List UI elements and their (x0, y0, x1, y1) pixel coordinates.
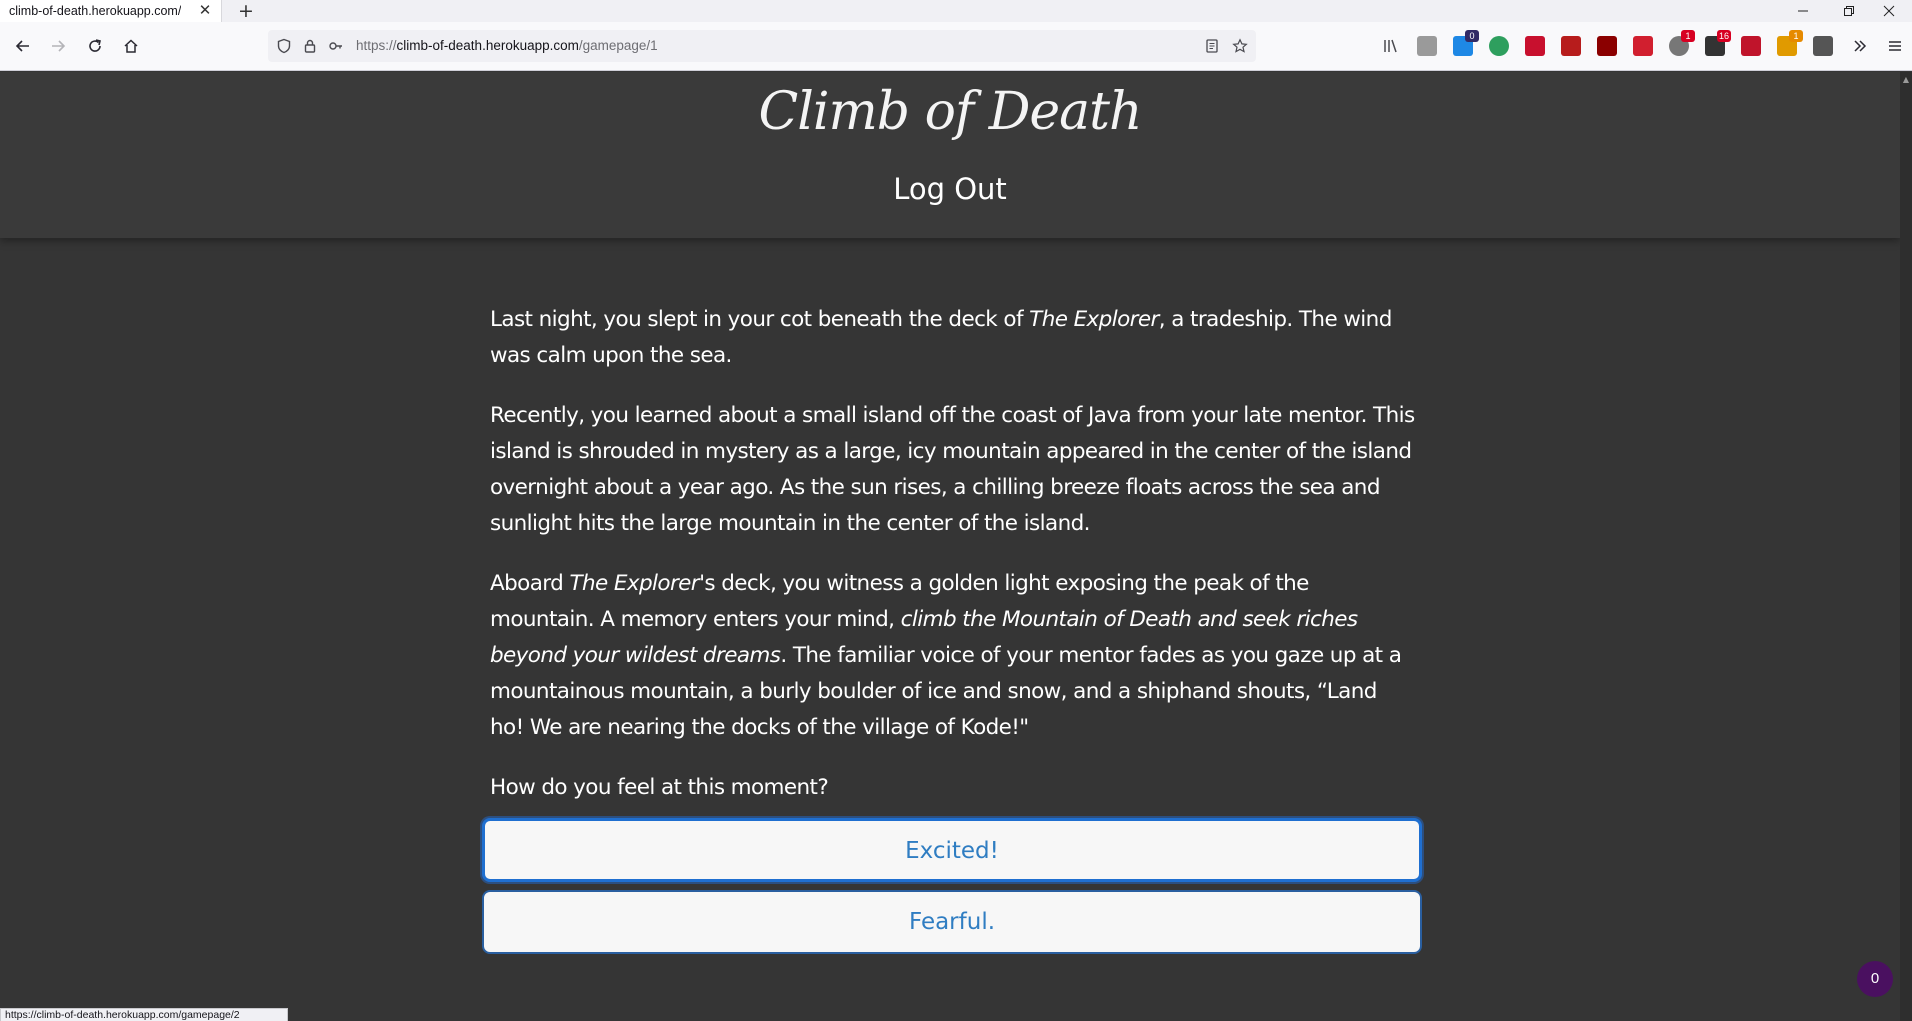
tracking-protection-shield-icon[interactable] (274, 36, 294, 56)
ublock-icon[interactable] (1597, 36, 1617, 56)
bitwarden-icon[interactable] (1813, 36, 1833, 56)
close-window-button[interactable] (1866, 0, 1912, 22)
home-button[interactable] (119, 34, 143, 58)
ship-name: The Explorer (1029, 307, 1159, 332)
extension-blue-icon[interactable]: 0 (1453, 30, 1479, 56)
page-content: Climb of Death Log Out Last night, you s… (0, 72, 1900, 1021)
url-host: climb-of-death.herokuapp.com (396, 38, 579, 53)
story-text: Last night, you slept in your cot beneat… (490, 302, 1415, 830)
overflow-menu-chevron-icon[interactable] (1848, 34, 1872, 58)
tab-close-icon[interactable]: ✕ (197, 2, 213, 18)
extension-s-icon[interactable] (1633, 36, 1653, 56)
extension-dark-icon[interactable]: 16 (1705, 30, 1731, 56)
home-icon (124, 39, 138, 53)
story-question: How do you feel at this moment? (490, 775, 829, 800)
site-header: Climb of Death Log Out (0, 72, 1900, 238)
new-tab-button[interactable]: + (236, 1, 256, 21)
navigation-toolbar: https://climb-of-death.herokuapp.com/gam… (0, 22, 1912, 71)
extension-green-icon[interactable] (1489, 36, 1509, 56)
reload-button[interactable] (83, 34, 107, 58)
bookmark-star-icon[interactable] (1230, 36, 1250, 56)
minimize-window-button[interactable] (1780, 0, 1826, 22)
site-logo[interactable]: Climb of Death (0, 82, 1900, 142)
key-permissions-icon[interactable] (326, 36, 346, 56)
link-status-bar: https://climb-of-death.herokuapp.com/gam… (0, 1008, 288, 1021)
vertical-scrollbar[interactable]: ▲ (1900, 72, 1912, 1021)
extension-badge-count: 16 (1716, 30, 1731, 42)
logout-link[interactable]: Log Out (0, 172, 1900, 206)
notification-counter-badge[interactable]: 0 (1857, 961, 1893, 997)
reader-view-icon[interactable] (1202, 36, 1222, 56)
library-icon[interactable] (1381, 36, 1401, 56)
extension-gray-icon[interactable] (1417, 36, 1437, 56)
extension-hd-icon[interactable] (1561, 36, 1581, 56)
story-paragraph-1: Last night, you slept in your cot beneat… (490, 307, 1392, 368)
tab-bar: climb-of-death.herokuapp.com/ ✕ + (0, 0, 1912, 22)
restore-icon (1844, 6, 1854, 16)
extension-badge-count: 1 (1789, 30, 1803, 42)
story-paragraph-3: Aboard The Explorer's deck, you witness … (490, 571, 1402, 740)
extension-red-pen-icon[interactable] (1525, 36, 1545, 56)
extension-orange-icon[interactable]: 1 (1777, 30, 1803, 56)
minimize-icon (1798, 10, 1808, 12)
back-button[interactable] (11, 34, 35, 58)
choice-fearful-button[interactable]: Fearful. (482, 890, 1422, 954)
extension-badge-count: 1 (1681, 30, 1695, 42)
scroll-up-arrow-icon[interactable]: ▲ (1900, 74, 1912, 86)
hamburger-menu-icon[interactable] (1883, 34, 1907, 58)
address-bar[interactable]: https://climb-of-death.herokuapp.com/gam… (268, 30, 1256, 62)
ship-name: The Explorer (569, 571, 700, 596)
url-text[interactable]: https://climb-of-death.herokuapp.com/gam… (356, 30, 658, 62)
forward-button[interactable] (46, 34, 70, 58)
url-path: /gamepage/1 (578, 38, 658, 53)
url-scheme: https:// (356, 38, 397, 53)
story-paragraph-2: Recently, you learned about a small isla… (490, 403, 1415, 536)
browser-tab-active[interactable]: climb-of-death.herokuapp.com/ ✕ (0, 0, 222, 22)
close-icon (1883, 5, 1895, 17)
forward-arrow-icon (52, 40, 66, 52)
tab-title: climb-of-death.herokuapp.com/ (9, 4, 182, 18)
lock-icon[interactable] (300, 36, 320, 56)
extension-badge-count: 0 (1465, 30, 1479, 42)
reload-icon (89, 39, 101, 52)
back-arrow-icon (15, 40, 29, 52)
extension-b-icon[interactable] (1741, 36, 1761, 56)
extension-gray-badge-icon[interactable]: 1 (1669, 30, 1695, 56)
choice-excited-button[interactable]: Excited! (482, 818, 1422, 882)
